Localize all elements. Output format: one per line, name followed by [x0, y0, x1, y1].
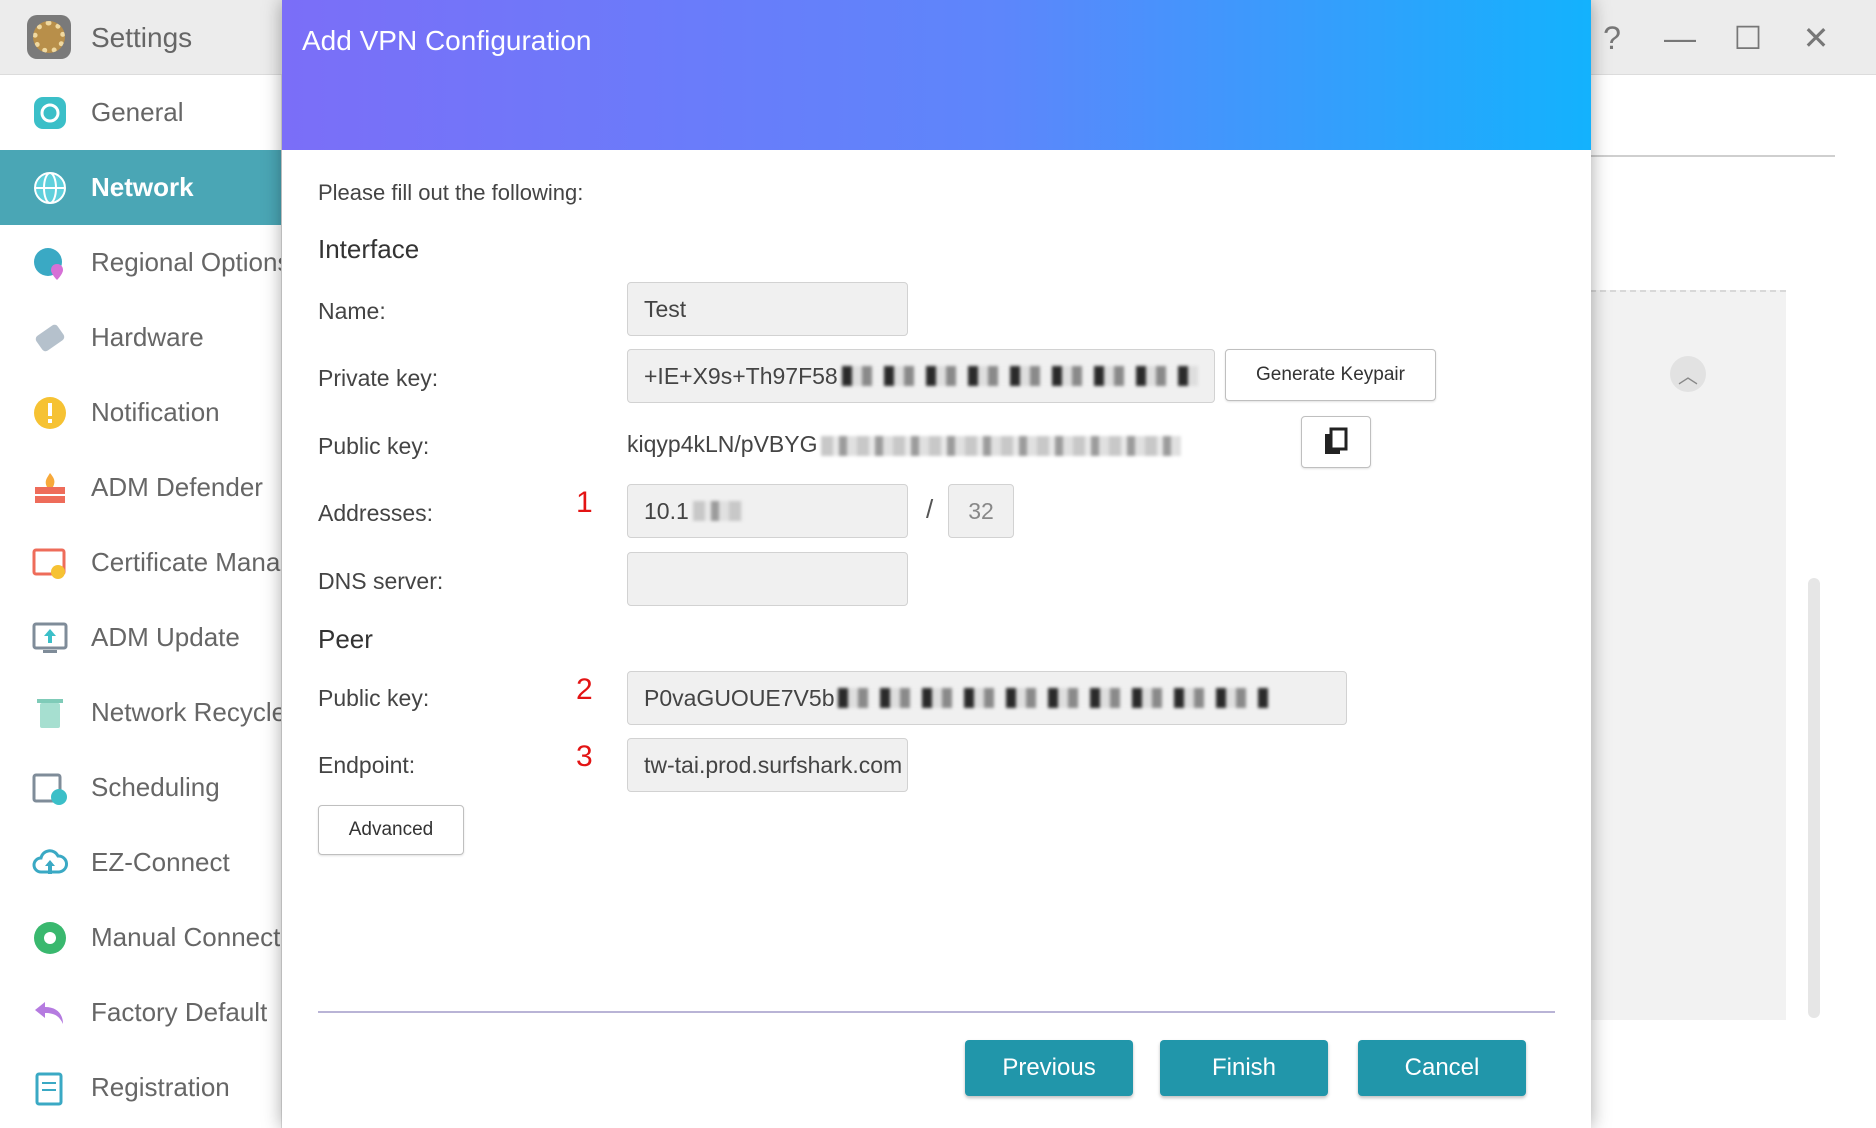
peer-public-key-input[interactable]: P0vaGUOUE7V5b [627, 671, 1347, 725]
sidebar-item-certificate-manager[interactable]: Certificate Manager [0, 525, 281, 600]
add-vpn-configuration-dialog: Add VPN Configuration Please fill out th… [282, 0, 1591, 1128]
sidebar-item-ez-connect[interactable]: EZ-Connect [0, 825, 281, 900]
sidebar-item-notification[interactable]: Notification [0, 375, 281, 450]
certificate-icon [30, 543, 70, 583]
annotation-2: 2 [576, 673, 593, 706]
cloud-upload-icon [30, 843, 70, 883]
sidebar-item-label: Factory Default [91, 997, 268, 1027]
sidebar-item-manual-connect[interactable]: Manual Connect [0, 900, 281, 975]
sidebar-item-registration[interactable]: Registration [0, 1050, 281, 1125]
sidebar-item-network-recycle-bin[interactable]: Network Recycle Bin [0, 675, 281, 750]
addresses-input[interactable]: 10.1 [627, 484, 908, 538]
addresses-prefix-value: 32 [968, 497, 994, 524]
sidebar-item-label: EZ-Connect [91, 847, 230, 877]
maximize-icon[interactable]: ☐ [1728, 18, 1768, 58]
previous-button[interactable]: Previous [965, 1040, 1133, 1096]
sidebar-item-hardware[interactable]: Hardware [0, 300, 281, 375]
annotation-3: 3 [576, 740, 593, 773]
form-intro: Please fill out the following: [318, 180, 584, 205]
addresses-prefix-input[interactable]: 32 [948, 484, 1014, 538]
globe-icon [30, 168, 70, 208]
name-input[interactable]: Test [627, 282, 908, 336]
sidebar-item-adm-defender[interactable]: ADM Defender [0, 450, 281, 525]
minimize-icon[interactable]: — [1660, 18, 1700, 58]
background-panel [1590, 290, 1786, 1020]
sidebar-item-label: Manual Connect [91, 922, 281, 952]
app-title: Settings [91, 22, 193, 53]
annotation-1: 1 [576, 486, 593, 519]
peer-heading: Peer [318, 624, 373, 654]
hardware-icon [30, 318, 70, 358]
close-icon[interactable]: ✕ [1796, 18, 1836, 58]
advanced-button[interactable]: Advanced [318, 805, 464, 855]
sidebar-item-label: Regional Options [91, 247, 281, 277]
endpoint-value: tw-tai.prod.surfshark.com [644, 751, 903, 778]
footer-divider [318, 1011, 1555, 1013]
recycle-icon [30, 693, 70, 733]
finish-button[interactable]: Finish [1160, 1040, 1328, 1096]
sidebar-item-label: Network [91, 172, 194, 202]
sidebar-item-label: ADM Defender [91, 472, 263, 502]
window-controls: ? — ☐ ✕ [1592, 18, 1836, 58]
endpoint-label: Endpoint: [318, 752, 416, 778]
addresses-label: Addresses: [318, 500, 434, 526]
address-separator: / [926, 494, 934, 524]
chevron-up-icon[interactable]: ︿ [1670, 356, 1706, 392]
undo-icon [30, 993, 70, 1033]
sidebar-item-label: ADM Update [91, 622, 240, 652]
public-key-label: Public key: [318, 433, 430, 459]
background-scrollbar[interactable] [1808, 578, 1820, 1018]
sidebar-item-label: Notification [91, 397, 220, 427]
calendar-icon [30, 768, 70, 808]
sidebar-item-adm-update[interactable]: ADM Update [0, 600, 281, 675]
regional-icon [30, 243, 70, 283]
public-key-value: kiqyp4kLN/pVBYG [627, 431, 1182, 458]
settings-app-icon [27, 15, 71, 59]
cancel-button[interactable]: Cancel [1358, 1040, 1526, 1096]
public-key-text: kiqyp4kLN/pVBYG [627, 431, 818, 457]
sidebar-item-label: Certificate Manager [91, 547, 281, 577]
generate-keypair-button[interactable]: Generate Keypair [1225, 349, 1436, 401]
update-icon [30, 618, 70, 658]
notification-icon [30, 393, 70, 433]
sidebar-item-label: General [91, 97, 184, 127]
interface-heading: Interface [318, 234, 420, 264]
peer-public-key-value: P0vaGUOUE7V5b [644, 684, 835, 711]
sidebar-item-label: Network Recycle Bin [91, 697, 281, 727]
sidebar-item-factory-default[interactable]: Factory Default [0, 975, 281, 1050]
help-icon[interactable]: ? [1592, 18, 1632, 58]
background-divider [1590, 155, 1835, 157]
dns-server-label: DNS server: [318, 568, 444, 594]
endpoint-input[interactable]: tw-tai.prod.surfshark.com [627, 738, 908, 792]
sidebar-item-scheduling[interactable]: Scheduling [0, 750, 281, 825]
firewall-icon [30, 468, 70, 508]
dns-server-input[interactable] [627, 552, 908, 606]
private-key-input[interactable]: +IE+X9s+Th97F58 [627, 349, 1215, 403]
copy-icon[interactable] [1301, 416, 1371, 468]
sidebar-item-label: Registration [91, 1072, 230, 1102]
sidebar-item-label: Scheduling [91, 772, 220, 802]
settings-sidebar: General Network Regional Options Hardwar… [0, 75, 282, 1128]
dialog-header: Add VPN Configuration [282, 0, 1591, 150]
peer-public-key-label: Public key: [318, 685, 430, 711]
addresses-value: 10.1 [644, 497, 689, 524]
dialog-title: Add VPN Configuration [302, 25, 592, 56]
registration-icon [30, 1068, 70, 1108]
private-key-label: Private key: [318, 365, 439, 391]
name-input-value: Test [644, 295, 687, 322]
sidebar-item-label: Hardware [91, 322, 204, 352]
general-icon [30, 93, 70, 133]
private-key-value: +IE+X9s+Th97F58 [644, 362, 838, 389]
connect-icon [30, 918, 70, 958]
sidebar-item-network[interactable]: Network [0, 150, 281, 225]
sidebar-item-general[interactable]: General [0, 75, 281, 150]
name-label: Name: [318, 298, 386, 324]
sidebar-item-regional-options[interactable]: Regional Options [0, 225, 281, 300]
